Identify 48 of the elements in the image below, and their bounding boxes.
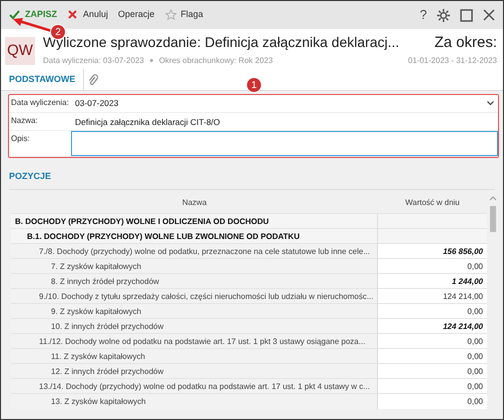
record-meta: Data wyliczenia: 03-07-2023 [43, 54, 144, 66]
value-cell: 1 244,00 [378, 274, 487, 288]
name-cell: 9./10. Dochody z tytułu sprzedaży całości, części nieruchomości lub udziału w nieruchomośc... [11, 288, 378, 304]
field-label: Opis: [10, 133, 31, 145]
period-label: Za okres: [433, 34, 497, 52]
value-cell: 0,00 [378, 334, 487, 348]
close-button[interactable] [483, 9, 495, 21]
settings-button[interactable] [437, 8, 450, 22]
operations-button[interactable]: Operacje [118, 8, 155, 22]
name-cell: 12. Z innych źródeł przychodów [11, 364, 378, 378]
value-cell: 0,00 [378, 378, 487, 394]
section-cell: B.1. DOCHODY (PRZYCHODY) WOLNE LUB ZWOLNIONE OD PODATKU [11, 228, 378, 244]
field-label: Data wyliczenia: [10, 97, 70, 109]
name-cell: 11./12. Dochody wolne od podatku na podstawie art. 17 ust. 1 pkt 3 ustawy osiągane poza... [11, 334, 378, 348]
help-button[interactable]: ? [420, 5, 427, 25]
value-cell: 0,00 [378, 304, 487, 318]
period-range: 01-01-2023 - 31-12-2023 [408, 55, 497, 67]
check-icon [9, 9, 21, 21]
separator-dot [150, 59, 153, 62]
section-cell: B. DOCHODY (PRZYCHODY) WOLNE I ODLICZENIA OD DOCHODU [11, 214, 378, 228]
value-cell: 124 214,00 [378, 288, 487, 304]
name-cell: 11. Z zysków kapitałowych [11, 348, 378, 364]
name-cell: 7./8. Dochody (przychody) wolne od podatku, przeznaczone na cele statutowe lub inne cele... [11, 244, 378, 258]
name-cell: 9. Z zysków kapitałowych [11, 304, 378, 318]
avatar: QW [5, 37, 35, 65]
value-cell: 0,00 [378, 348, 487, 364]
name-cell: 10. Z innych źródeł przychodów [11, 318, 378, 334]
paperclip-icon[interactable] [88, 74, 98, 86]
value-cell: 0,00 [378, 394, 487, 408]
value-cell: 156 856,00 [378, 244, 487, 258]
value-cell: 124 214,00 [378, 318, 487, 334]
star-icon [164, 9, 177, 21]
cancel-button[interactable]: Anuluj [67, 8, 108, 22]
flag-button[interactable]: Flaga [164, 8, 204, 22]
value-cell: 0,00 [378, 258, 487, 274]
section-title: POZYCJE [9, 170, 495, 190]
name-cell: 8. Z innych źródeł przychodów [11, 274, 378, 288]
scrollbar[interactable] [489, 194, 497, 234]
tab[interactable]: PODSTAWOWE [1, 68, 84, 90]
record-meta: Okres obrachunkowy: Rok 2023 [158, 54, 273, 66]
name-cell: 7. Z zysków kapitałowych [11, 258, 378, 274]
field-label: Nazwa: [10, 115, 39, 127]
value-cell: 0,00 [378, 364, 487, 378]
description-field[interactable] [71, 131, 498, 156]
maximize-button[interactable] [460, 8, 473, 22]
name-cell: 13./14. Dochody (przychody) wolne od podatku na podstawie art. 17 ust. 1 pkt 4 ustawy w c... [11, 378, 378, 394]
name-cell: 13. Z zysków kapitałowych [11, 394, 378, 408]
close-icon [67, 9, 80, 21]
